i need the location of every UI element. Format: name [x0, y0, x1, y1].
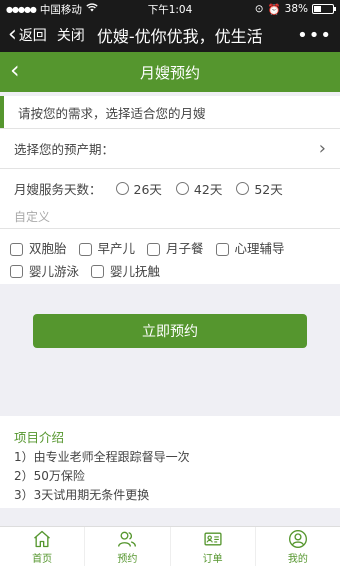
checkbox-twins[interactable]: 双胞胎 [10, 239, 67, 259]
bottom-tab-bar: 首页 预约 订单 我的 [0, 526, 340, 566]
carrier-label: 中国移动 [39, 3, 82, 16]
tab-orders[interactable]: 订单 [171, 527, 256, 566]
checkbox-label: 心理辅导 [234, 241, 285, 256]
users-icon [118, 531, 137, 547]
intro-item: 3）3天试用期无条件更换 [14, 488, 150, 502]
checkbox-icon [10, 265, 23, 278]
due-date-selector[interactable]: 选择您的预产期： › [0, 128, 340, 168]
chevron-right-icon: › [318, 138, 326, 159]
page-title: 月嫂预约 [139, 63, 200, 82]
checkbox-icon [215, 242, 229, 256]
radio-52-days[interactable]: 52天 [236, 179, 283, 198]
radio-icon [236, 182, 250, 195]
wechat-back-button[interactable]: ‹ 返回 [8, 24, 47, 46]
checkbox-label: 早产儿 [97, 241, 136, 256]
service-days-label: 月嫂服务天数： [14, 182, 102, 197]
radio-icon [115, 182, 129, 195]
checkbox-label: 双胞胎 [29, 241, 67, 256]
checkbox-label: 婴儿抚触 [110, 263, 161, 279]
battery-icon [312, 4, 336, 14]
checkbox-label: 婴儿游泳 [29, 263, 80, 279]
checkbox-baby-massage[interactable]: 婴儿抚触 [91, 262, 160, 282]
tab-label: 预约 [117, 553, 138, 565]
custom-days-input[interactable]: 自定义 [14, 208, 326, 225]
tab-booking[interactable]: 预约 [85, 527, 171, 566]
radio-label: 26天 [133, 182, 162, 197]
checkbox-icon [91, 265, 104, 278]
submit-area: 立即预约 [0, 284, 340, 416]
radio-26-days[interactable]: 26天 [115, 179, 162, 198]
status-bar: ●●●●● 中国移动 下午1:04 ⊙ ⏰ 38% [0, 0, 340, 18]
project-intro: 项目介绍 1）由专业老师全程跟踪督导一次 2）50万保险 3）3天试用期无条件更… [0, 416, 340, 508]
radio-icon [175, 182, 189, 195]
tab-mine[interactable]: 我的 [256, 527, 340, 566]
checkbox-counseling[interactable]: 心理辅导 [215, 239, 285, 259]
book-now-button[interactable]: 立即预约 [33, 314, 307, 348]
hint-banner: 请按您的需求，选择适合您的月嫂 [0, 96, 340, 128]
hint-text: 请按您的需求，选择适合您的月嫂 [18, 105, 206, 121]
user-icon [288, 529, 307, 548]
app-back-button[interactable]: ‹ [10, 58, 20, 82]
more-menu-icon[interactable]: ••• [297, 25, 332, 46]
tab-label: 我的 [287, 553, 308, 565]
lock-rotation-icon: ⊙ [254, 3, 264, 15]
checkbox-postpartum-meals[interactable]: 月子餐 [147, 239, 204, 259]
wechat-close-button[interactable]: 关闭 [57, 25, 85, 45]
checkbox-icon [78, 242, 92, 256]
radio-42-days[interactable]: 42天 [175, 179, 223, 198]
checkbox-premature[interactable]: 早产儿 [78, 239, 136, 259]
checkbox-baby-swimming[interactable]: 婴儿游泳 [10, 262, 79, 282]
checkbox-label: 月子餐 [166, 241, 204, 256]
wifi-icon [86, 3, 98, 15]
app-header: ‹ 月嫂预约 [0, 52, 340, 92]
wechat-back-label: 返回 [18, 28, 47, 44]
wechat-nav-bar: ‹ 返回 关闭 优嫂-优你优我，优生活 ••• [0, 18, 340, 52]
intro-heading: 项目介绍 [14, 430, 65, 445]
due-date-label: 选择您的预产期： [14, 142, 115, 157]
chevron-left-icon: ‹ [8, 22, 17, 47]
battery-percent: 38% [284, 3, 308, 15]
service-days-section: 月嫂服务天数： 26天 42天 52天 自定义 [0, 168, 340, 228]
signal-icon: ●●●●● [6, 4, 37, 14]
home-icon [34, 530, 51, 547]
tab-label: 首页 [32, 553, 53, 565]
order-card-icon [204, 532, 222, 545]
intro-item: 2）50万保险 [14, 469, 85, 483]
tab-home[interactable]: 首页 [0, 527, 86, 566]
extras-section: 双胞胎 早产儿 月子餐 心理辅导 婴儿游泳 婴儿抚触 [0, 228, 340, 284]
radio-label: 52天 [254, 182, 283, 197]
checkbox-icon [147, 242, 160, 256]
tab-label: 订单 [202, 553, 223, 565]
wechat-page-title: 优嫂-优你优我，优生活 [96, 27, 263, 46]
radio-label: 42天 [193, 182, 223, 197]
intro-item: 1）由专业老师全程跟踪督导一次 [14, 450, 190, 464]
alarm-icon: ⏰ [267, 3, 281, 16]
checkbox-icon [10, 242, 23, 256]
